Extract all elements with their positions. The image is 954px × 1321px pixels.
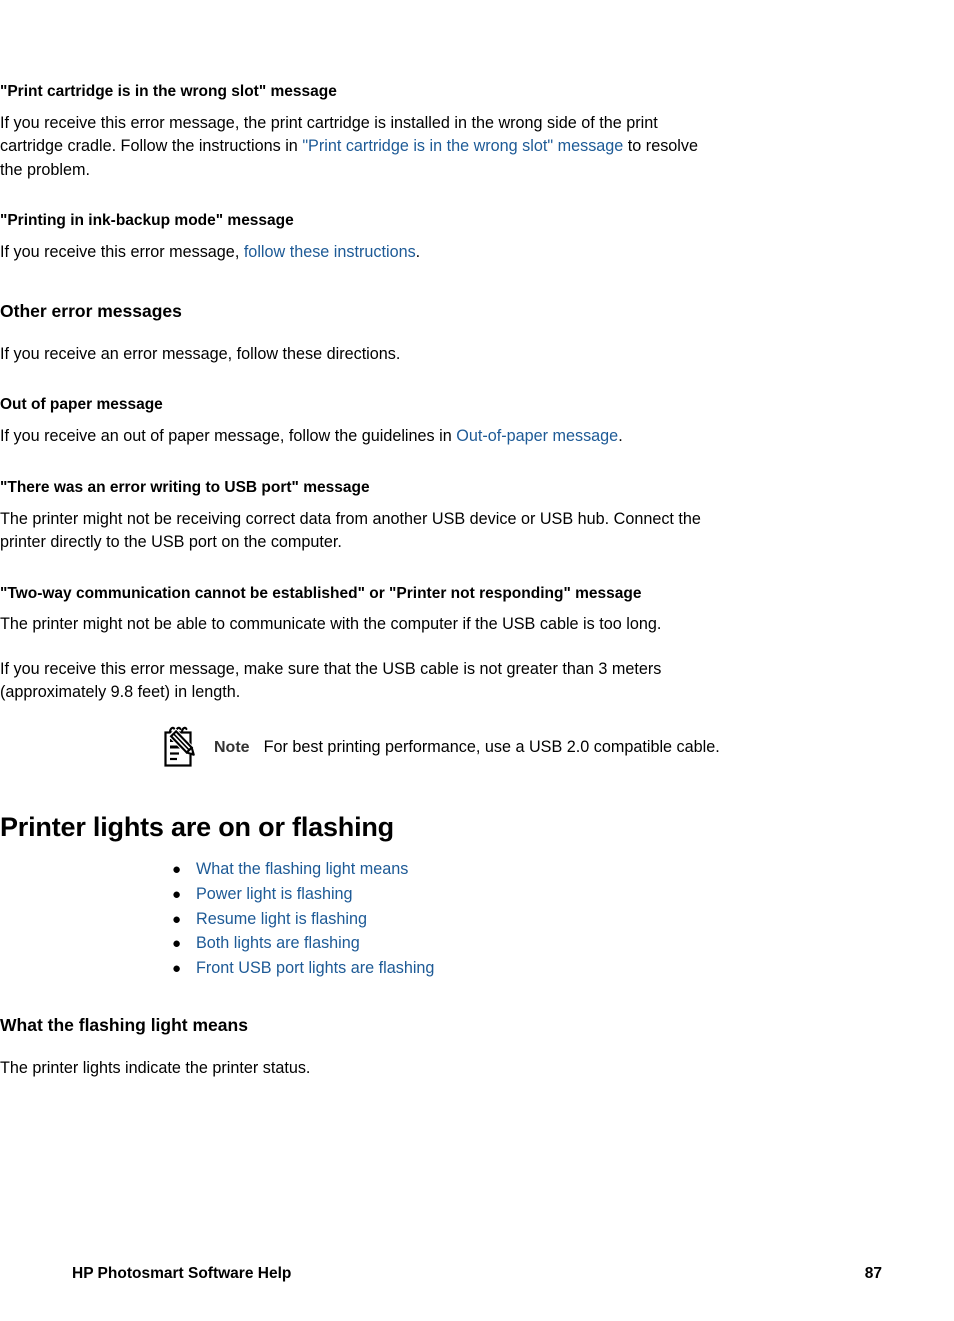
- bullet-icon: ●: [172, 910, 182, 928]
- paragraph-text-part: .: [415, 243, 421, 262]
- link-resume-light-is-flashing[interactable]: Resume light is flashing: [196, 907, 367, 932]
- paragraph-text-part: If you receive this error message,: [0, 243, 244, 262]
- paragraph-text-part: .: [618, 427, 623, 446]
- list-item[interactable]: ● Front USB port lights are flashing: [172, 956, 954, 981]
- heading-ink-backup-mode: "Printing in ink-backup mode" message: [0, 212, 294, 230]
- paragraph-what-the-flashing-light-means: The printer lights indicate the printer …: [0, 1058, 311, 1077]
- footer-title: HP Photosmart Software Help: [72, 1265, 292, 1282]
- bullet-icon: ●: [172, 860, 182, 878]
- page-title: Printer lights are on or flashing: [0, 811, 394, 842]
- bullet-icon: ●: [172, 885, 182, 903]
- paragraph-text-part: If you receive an out of paper message, …: [0, 427, 457, 446]
- link-power-light-is-flashing[interactable]: Power light is flashing: [196, 882, 353, 907]
- paragraph-two-way-2: If you receive this error message, make …: [0, 659, 662, 702]
- related-links-list: ● What the flashing light means ● Power …: [172, 857, 954, 981]
- link-front-usb-port-lights-are-flashing[interactable]: Front USB port lights are flashing: [196, 956, 434, 981]
- link-both-lights-are-flashing[interactable]: Both lights are flashing: [196, 931, 360, 956]
- heading-two-way-communication: "Two-way communication cannot be establi…: [0, 584, 642, 602]
- footer-page-number: 87: [864, 1265, 882, 1282]
- paragraph-usb-write-error: The printer might not be receiving corre…: [0, 509, 701, 552]
- heading-what-the-flashing-light-means: What the flashing light means: [0, 1014, 248, 1035]
- heading-out-of-paper: Out of paper message: [0, 396, 163, 414]
- paragraph-two-way-1: The printer might not be able to communi…: [0, 615, 662, 634]
- link-wrong-slot-message[interactable]: "Print cartridge is in the wrong slot" m…: [302, 137, 623, 155]
- link-out-of-paper-message[interactable]: Out-of-paper message: [456, 427, 618, 445]
- note-label: Note: [214, 738, 250, 756]
- bullet-icon: ●: [172, 960, 182, 978]
- link-follow-these-instructions[interactable]: follow these instructions: [244, 243, 416, 261]
- notepad-pencil-icon: [160, 724, 200, 770]
- bullet-icon: ●: [172, 935, 182, 953]
- link-what-the-flashing-light-means[interactable]: What the flashing light means: [196, 857, 408, 882]
- page-footer: HP Photosmart Software Help 87: [72, 1265, 882, 1283]
- top-spacer: [0, 0, 954, 82]
- heading-other-error-messages: Other error messages: [0, 300, 182, 321]
- heading-usb-write-error: "There was an error writing to USB port"…: [0, 478, 370, 496]
- list-item[interactable]: ● Power light is flashing: [172, 882, 954, 907]
- list-item[interactable]: ● Resume light is flashing: [172, 907, 954, 932]
- note-callout: Note For best printing performance, use …: [160, 726, 900, 770]
- list-item[interactable]: ● Both lights are flashing: [172, 931, 954, 956]
- paragraph-out-of-paper: If you receive an out of paper message, …: [0, 425, 708, 448]
- document-page: "Print cartridge is in the wrong slot" m…: [0, 0, 954, 1321]
- paragraph-other-error-messages: If you receive an error message, follow …: [0, 344, 401, 363]
- heading-wrong-slot: "Print cartridge is in the wrong slot" m…: [0, 83, 337, 100]
- note-text: For best printing performance, use a USB…: [263, 737, 720, 756]
- paragraph-wrong-slot: If you receive this error message, the p…: [0, 112, 708, 182]
- paragraph-ink-backup-mode: If you receive this error message, follo…: [0, 241, 708, 264]
- list-item[interactable]: ● What the flashing light means: [172, 857, 954, 882]
